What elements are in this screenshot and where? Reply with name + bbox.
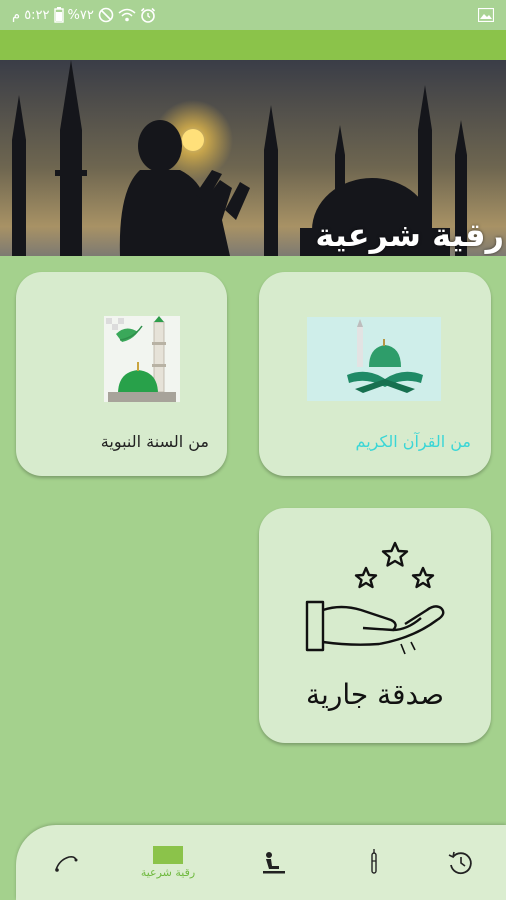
quran-label: من القرآن الكريم	[355, 432, 471, 451]
nav-ruqya-indicator	[153, 846, 183, 864]
header-banner: رقية شرعية	[0, 60, 506, 256]
status-left: ٥:٢٢ م %٧٢	[12, 7, 156, 23]
quran-card[interactable]: من القرآن الكريم	[259, 272, 491, 476]
nav-beads[interactable]	[354, 825, 394, 900]
status-bar: ٥:٢٢ م %٧٢	[0, 0, 506, 30]
prayer-beads-icon	[371, 848, 377, 874]
sunnah-card[interactable]: من السنة النبوية	[16, 272, 227, 476]
sunnah-mosque-image	[104, 316, 180, 402]
quran-mosque-image	[307, 317, 441, 401]
bottom-navigation: رقية شرعية	[16, 825, 506, 900]
hand-stars-icon	[305, 541, 445, 655]
sadaqa-card[interactable]: صدقة جارية	[259, 508, 491, 743]
tasbih-icon	[55, 855, 78, 872]
toolbar-strip	[0, 30, 506, 60]
dnd-icon	[98, 7, 114, 23]
nav-ruqya[interactable]: رقية شرعية	[126, 825, 210, 900]
battery-icon	[53, 7, 64, 23]
star-icon	[354, 566, 378, 589]
nav-ruqya-label: رقية شرعية	[140, 866, 196, 879]
nav-history[interactable]	[441, 825, 481, 900]
history-icon	[448, 851, 472, 874]
banner-title: رقية شرعية	[315, 216, 504, 254]
nav-prayer[interactable]	[254, 825, 294, 900]
prayer-icon	[263, 851, 285, 873]
sunnah-label: من السنة النبوية	[100, 432, 209, 451]
star-icon	[411, 566, 435, 589]
sadaqa-label: صدقة جارية	[306, 678, 444, 711]
nav-tasbih[interactable]	[46, 825, 86, 900]
image-icon	[478, 8, 494, 22]
status-time: ٥:٢٢ م	[12, 7, 50, 23]
status-battery: %٧٢	[67, 7, 94, 23]
wifi-icon	[118, 8, 136, 22]
alarm-icon	[140, 7, 155, 23]
star-icon	[381, 541, 409, 567]
status-right	[478, 8, 494, 22]
